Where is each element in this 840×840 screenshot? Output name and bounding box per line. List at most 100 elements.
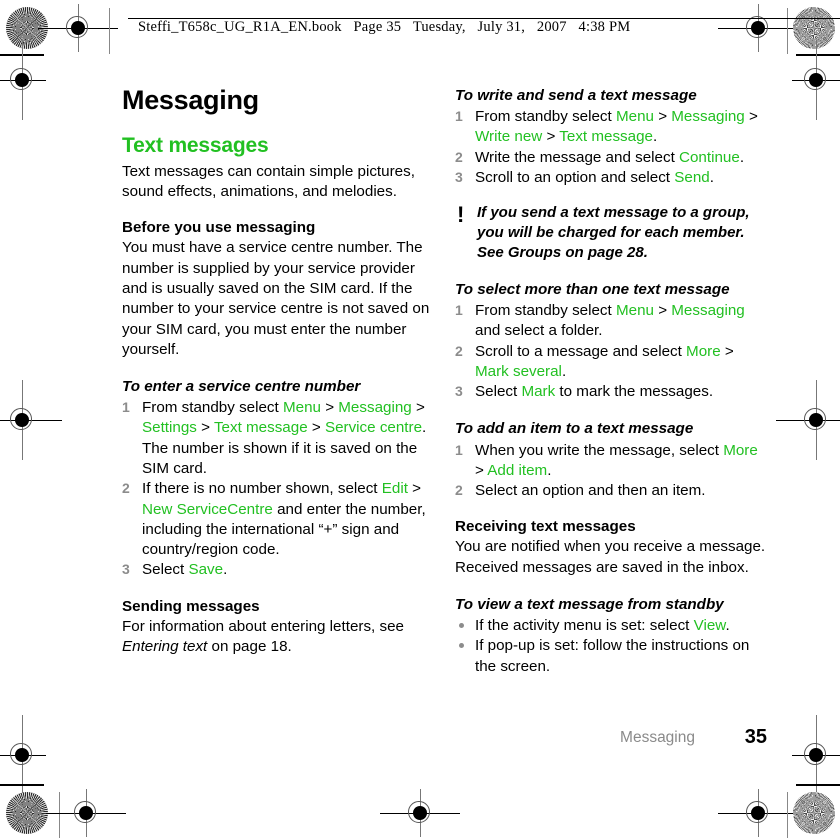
registration-mark-top-left <box>38 4 118 52</box>
ui-reference: More <box>686 342 721 360</box>
step-item: 1 From standby select Menu > Messaging > … <box>122 398 434 479</box>
step-text: > <box>307 419 325 437</box>
trim-rule-lower-left <box>0 784 44 786</box>
step-item: 2 Scroll to a message and select More > M… <box>455 342 767 383</box>
bullet-marker-icon <box>459 643 464 649</box>
step-text: Scroll to a message and select <box>475 342 687 360</box>
ui-reference: Mark several <box>475 362 562 380</box>
color-star-target-top-right <box>793 7 835 49</box>
step-text: Select <box>475 383 522 401</box>
step-text: If the activity menu is set: select <box>475 617 694 635</box>
step-number: 3 <box>122 561 130 578</box>
step-text: From standby select <box>142 399 283 417</box>
slug-filename: Steffi_T658c_UG_R1A_EN.book <box>138 19 342 35</box>
step-text: From standby select <box>475 108 616 126</box>
registration-mark-lower-right-inner <box>792 715 840 795</box>
sending-body-part1: For information about entering letters, … <box>122 617 404 635</box>
ui-reference: Settings <box>142 419 197 437</box>
trim-rule-upper-right <box>796 54 840 56</box>
step-text: > <box>653 108 672 126</box>
ui-reference: Mark <box>521 383 556 401</box>
ui-reference: Messaging <box>338 399 412 417</box>
trim-line-bottom-left <box>59 792 60 838</box>
step-number: 2 <box>455 148 463 165</box>
step-text: If there is no number shown, select <box>142 480 382 498</box>
step-text: > <box>411 399 425 417</box>
footer-chapter-name: Messaging <box>620 729 695 746</box>
step-text: When you write the message, select <box>475 441 724 459</box>
trim-line-bottom-right <box>787 792 788 838</box>
bullet-item: If pop-up is set: follow the instruction… <box>455 636 767 677</box>
step-text: > <box>542 128 560 146</box>
note-callout: ! If you send a text message to a group,… <box>455 203 767 263</box>
note-text: If you send a text message to a group, y… <box>477 204 750 262</box>
task-heading-enter-service-centre-number: To enter a service centre number <box>122 378 361 396</box>
ui-reference: Edit <box>381 480 408 498</box>
ui-reference: View <box>693 617 726 635</box>
ui-reference: Text message <box>559 128 653 146</box>
before-you-use-messaging-body: You must have a service centre number. T… <box>122 239 430 358</box>
ui-reference: More <box>723 441 758 459</box>
step-text: > <box>653 302 672 320</box>
step-text: Write the message and select <box>475 148 680 166</box>
registration-mark-bottom-right <box>718 789 798 837</box>
ui-reference: Messaging <box>671 108 745 126</box>
steps-write-and-send: 1 From standby select Menu > Messaging > … <box>455 107 767 188</box>
ui-reference: Text message <box>213 419 308 437</box>
step-text: Select <box>142 561 189 579</box>
step-text: > <box>196 419 214 437</box>
ui-reference: Save <box>188 561 224 579</box>
step-number: 2 <box>455 482 463 499</box>
step-text: . <box>739 148 745 166</box>
bullets-view-from-standby: If the activity menu is set: select View… <box>455 616 767 677</box>
document-page: Steffi_T658c_UG_R1A_EN.book Page 35 Tues… <box>0 0 840 840</box>
step-item: 1 When you write the message, select More… <box>455 441 767 482</box>
right-column: To write and send a text message 1 From s… <box>455 86 767 677</box>
color-star-target-bottom-left <box>6 792 48 834</box>
step-text: . <box>709 168 714 186</box>
step-item: 2 If there is no number shown, select Edi… <box>122 479 434 560</box>
left-column: Messaging Text messages Text messages ca… <box>122 85 434 657</box>
registration-mark-mid-left <box>0 380 62 460</box>
steps-add-item: 1 When you write the message, select More… <box>455 441 767 502</box>
heading-before-you-use-messaging: Before you use messaging <box>122 219 316 237</box>
task-heading-write-and-send: To write and send a text message <box>455 87 697 104</box>
step-text: Scroll to an option and select <box>475 168 675 186</box>
slug-year: 2007 <box>536 19 567 35</box>
step-text: > <box>744 108 758 126</box>
ui-reference: Continue <box>679 148 740 166</box>
slug-page-label: Page 35 <box>353 19 402 35</box>
ui-reference: New ServiceCentre <box>142 500 273 518</box>
ui-reference: Menu <box>615 302 654 320</box>
task-heading-add-item: To add an item to a text message <box>455 420 694 438</box>
step-text: . <box>561 362 567 380</box>
step-number: 2 <box>455 342 463 359</box>
task-heading-view-from-standby: To view a text message from standby <box>455 596 724 613</box>
step-number: 3 <box>455 168 463 185</box>
cross-reference-entering-text: Entering text <box>122 638 208 656</box>
step-number: 1 <box>455 108 463 125</box>
step-item: 1 From standby select Menu > Messaging an… <box>455 301 767 342</box>
bullet-item: If the activity menu is set: select View… <box>455 616 767 636</box>
registration-mark-bottom-center <box>380 789 460 837</box>
step-item: 2 Select an option and then an item. <box>455 481 767 501</box>
step-text: > <box>720 342 734 360</box>
step-text: > <box>475 461 488 479</box>
registration-mark-top-right <box>718 4 798 52</box>
heading-receiving-text-messages: Receiving text messages <box>455 518 636 536</box>
step-item: 3 Scroll to an option and select Send. <box>455 168 767 188</box>
slug-weekday: Tuesday, <box>412 19 466 35</box>
steps-select-more-than-one: 1 From standby select Menu > Messaging an… <box>455 301 767 402</box>
ui-reference: Menu <box>282 399 321 417</box>
page-title: Messaging <box>122 85 259 115</box>
registration-mark-upper-right-inner <box>792 40 840 120</box>
task-heading-select-more-than-one: To select more than one text message <box>455 281 730 298</box>
step-text: and select a folder. <box>475 322 603 340</box>
step-text: to mark the messages. <box>555 383 714 401</box>
step-number: 1 <box>122 399 130 416</box>
step-text: Select an option and then an item. <box>475 482 706 500</box>
step-text: . <box>725 617 730 635</box>
step-text: . <box>547 461 552 479</box>
step-item: 1 From standby select Menu > Messaging > … <box>455 107 767 148</box>
step-number: 3 <box>455 383 463 400</box>
